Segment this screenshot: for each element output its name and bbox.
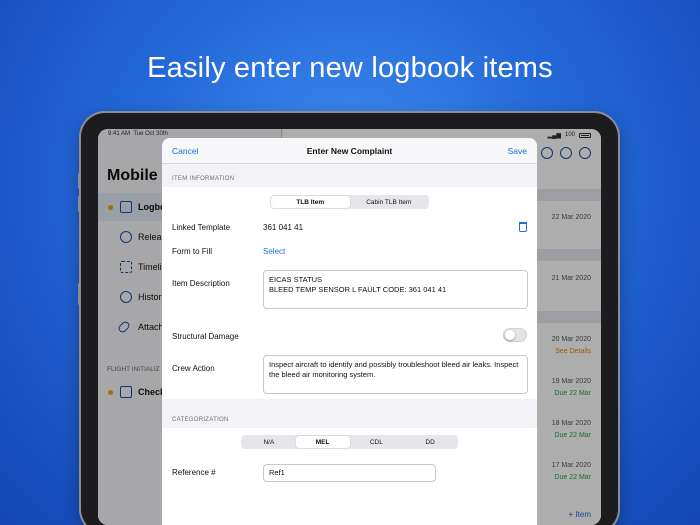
- modal-title: Enter New Complaint: [306, 145, 393, 156]
- segment-mel[interactable]: MEL: [295, 436, 350, 448]
- enter-complaint-modal: Cancel Enter New Complaint Save ITEM INF…: [162, 138, 537, 525]
- crew-action-label: Crew Action: [172, 364, 215, 373]
- modal-nav-bar: Cancel Enter New Complaint Save: [162, 138, 537, 164]
- structural-damage-label: Structural Damage: [172, 332, 239, 341]
- headline: Easily enter new logbook items: [147, 52, 553, 84]
- segment-tlb-item[interactable]: TLB Item: [271, 196, 350, 208]
- battery-icon: [579, 132, 591, 138]
- segment-dd[interactable]: DD: [403, 436, 457, 448]
- category-segmented-control: N/A MEL CDL DD: [241, 435, 458, 449]
- segment-na[interactable]: N/A: [242, 436, 296, 448]
- save-button[interactable]: Save: [508, 146, 527, 156]
- categorization-card: N/A MEL CDL DD Reference # Ref1: [162, 428, 537, 525]
- battery-level: 100: [564, 132, 575, 138]
- ipad-device: Mobile Logbo Releas Timeli Histor Attach…: [78, 113, 618, 525]
- item-information-header: ITEM INFORMATION: [172, 176, 235, 182]
- item-description-field[interactable]: EICAS STATUS BLEED TEMP SENSOR L FAULT C…: [263, 270, 528, 309]
- cancel-button[interactable]: Cancel: [172, 146, 198, 156]
- toggle-knob: [505, 330, 515, 340]
- linked-template-label: Linked Template: [172, 223, 231, 232]
- status-date: Tue Oct 30th: [133, 131, 168, 137]
- item-type-segmented-control: TLB Item Cabin TLB Item: [270, 195, 429, 209]
- form-to-fill-label: Form to Fill: [172, 247, 212, 256]
- reference-number-label: Reference #: [172, 468, 216, 477]
- reference-number-field[interactable]: Ref1: [263, 464, 436, 482]
- segment-cabin-tlb-item[interactable]: Cabin TLB Item: [350, 196, 429, 208]
- linked-template-value: 361 041 41: [263, 223, 304, 232]
- item-description-label: Item Description: [172, 279, 230, 288]
- signal-icon: ▂▄▆: [547, 132, 561, 139]
- screen: Mobile Logbo Releas Timeli Histor Attach…: [98, 129, 601, 525]
- trash-icon[interactable]: [519, 222, 527, 232]
- categorization-header: CATEGORIZATION: [172, 417, 229, 423]
- crew-action-field[interactable]: Inspect aircraft to identify and possibl…: [263, 355, 528, 394]
- structural-damage-toggle[interactable]: [503, 328, 527, 342]
- item-information-card: TLB Item Cabin TLB Item Linked Template …: [162, 187, 537, 399]
- form-select-link[interactable]: Select: [263, 247, 285, 256]
- status-time: 9:41 AM: [108, 131, 131, 137]
- segment-cdl[interactable]: CDL: [350, 436, 404, 448]
